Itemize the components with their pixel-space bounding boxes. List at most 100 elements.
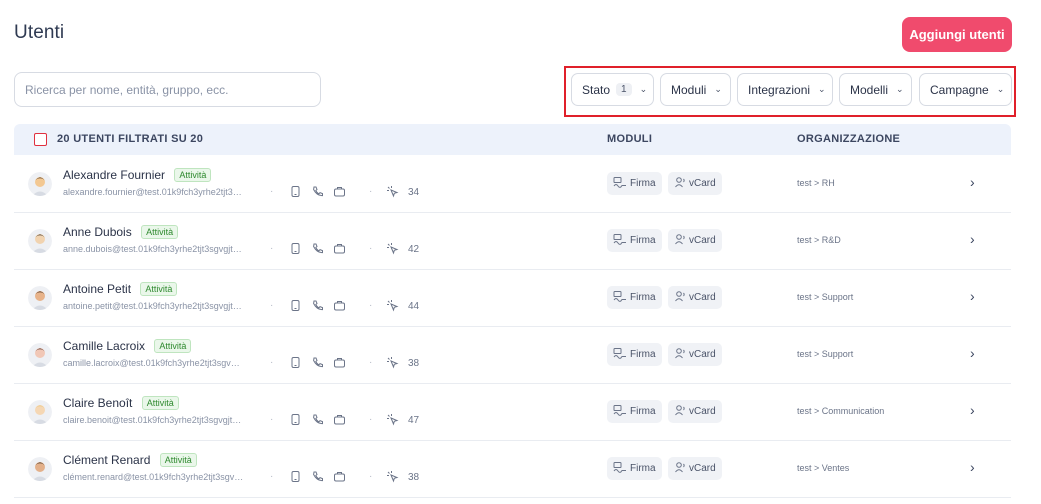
separator-dot: · — [270, 471, 274, 482]
chevron-right-icon[interactable]: › — [970, 402, 975, 418]
filter-campagne[interactable]: Campagne ⌄ — [919, 73, 1012, 106]
pointer-click-icon — [386, 299, 399, 312]
organization-path: test > Support — [797, 292, 854, 302]
vcard-icon — [674, 461, 686, 476]
chevron-right-icon[interactable]: › — [970, 288, 975, 304]
module-label: Firma — [630, 292, 656, 303]
status-badge: Attività — [141, 225, 179, 239]
device-icon — [289, 356, 302, 369]
separator-dot: · — [369, 357, 373, 368]
module-vcard-chip: vCard — [668, 457, 722, 480]
user-email: anne.dubois@test.01k9fch3yrhe2tjt3sgvgjt… — [63, 244, 242, 254]
vcard-icon — [674, 233, 686, 248]
table-row[interactable]: Alexandre Fournier Attività alexandre.fo… — [14, 156, 1011, 213]
chevron-down-icon: ⌄ — [818, 84, 826, 94]
pointer-click-icon — [386, 470, 399, 483]
filter-label: Campagne — [930, 82, 989, 97]
module-vcard-chip: vCard — [668, 286, 722, 309]
separator-dot: · — [369, 243, 373, 254]
phone-icon — [311, 242, 324, 255]
module-vcard-chip: vCard — [668, 343, 722, 366]
select-all-checkbox[interactable] — [34, 133, 47, 146]
signature-icon — [613, 404, 627, 419]
phone-icon — [311, 356, 324, 369]
separator-dot: · — [369, 186, 373, 197]
module-label: Firma — [630, 463, 656, 474]
search-input[interactable] — [14, 72, 321, 107]
column-modules: MODULI — [607, 133, 653, 145]
briefcase-icon — [333, 356, 346, 369]
user-name[interactable]: Claire Benoît Attività — [63, 396, 179, 410]
module-label: vCard — [689, 406, 716, 417]
separator-dot: · — [270, 300, 274, 311]
briefcase-icon — [333, 413, 346, 426]
user-name-text: Alexandre Fournier — [63, 168, 166, 182]
chevron-right-icon[interactable]: › — [970, 459, 975, 475]
user-name-text: Anne Dubois — [63, 225, 132, 239]
vcard-icon — [674, 347, 686, 362]
pointer-click-icon — [386, 242, 399, 255]
signature-icon — [613, 233, 627, 248]
user-name[interactable]: Antoine Petit Attività — [63, 282, 178, 296]
add-users-button[interactable]: Aggiungi utenti — [902, 17, 1012, 52]
user-name[interactable]: Clément Renard Attività — [63, 453, 197, 467]
table-row[interactable]: Anne Dubois Attività anne.dubois@test.01… — [14, 213, 1011, 270]
separator-dot: · — [270, 186, 274, 197]
chevron-right-icon[interactable]: › — [970, 231, 975, 247]
module-firma-chip: Firma — [607, 172, 662, 195]
user-name[interactable]: Alexandre Fournier Attività — [63, 168, 212, 182]
filter-count-badge: 1 — [616, 83, 632, 96]
table-row[interactable]: Claire Benoît Attività claire.benoit@tes… — [14, 384, 1011, 441]
user-name-text: Antoine Petit — [63, 282, 132, 296]
user-email: camille.lacroix@test.01k9fch3yrhe2tjt3sg… — [63, 358, 240, 368]
filter-modelli[interactable]: Modelli ⌄ — [839, 73, 912, 106]
table-row[interactable]: Camille Lacroix Attività camille.lacroix… — [14, 327, 1011, 384]
organization-path: test > R&D — [797, 235, 841, 245]
module-firma-chip: Firma — [607, 343, 662, 366]
filter-label: Integrazioni — [748, 82, 811, 97]
module-firma-chip: Firma — [607, 229, 662, 252]
column-organization: ORGANIZZAZIONE — [797, 133, 901, 145]
module-label: vCard — [689, 349, 716, 360]
user-name[interactable]: Camille Lacroix Attività — [63, 339, 192, 353]
module-label: Firma — [630, 406, 656, 417]
pointer-click-icon — [386, 356, 399, 369]
click-count: 44 — [408, 301, 420, 312]
user-email: claire.benoit@test.01k9fch3yrhe2tjt3sgvg… — [63, 415, 242, 425]
chevron-right-icon[interactable]: › — [970, 174, 975, 190]
phone-icon — [311, 299, 324, 312]
status-badge: Attività — [174, 168, 212, 182]
chevron-down-icon: ⌄ — [996, 84, 1005, 94]
filter-moduli[interactable]: Moduli ⌄ — [660, 73, 731, 106]
module-label: vCard — [689, 178, 716, 189]
avatar — [28, 172, 52, 196]
module-label: Firma — [630, 349, 656, 360]
device-icon — [289, 185, 302, 198]
table-row[interactable]: Clément Renard Attività clément.renard@t… — [14, 441, 1011, 498]
filter-label: Stato — [582, 82, 611, 97]
module-firma-chip: Firma — [607, 457, 662, 480]
filter-stato[interactable]: Stato 1 ⌄ — [571, 73, 654, 106]
module-firma-chip: Firma — [607, 286, 662, 309]
avatar — [28, 343, 52, 367]
device-icon — [289, 242, 302, 255]
status-badge: Attività — [141, 396, 179, 410]
module-firma-chip: Firma — [607, 400, 662, 423]
filter-integrazioni[interactable]: Integrazioni ⌄ — [737, 73, 833, 106]
click-count: 47 — [408, 415, 420, 426]
module-label: Firma — [630, 235, 656, 246]
module-label: vCard — [689, 292, 716, 303]
vcard-icon — [674, 176, 686, 191]
table-row[interactable]: Antoine Petit Attività antoine.petit@tes… — [14, 270, 1011, 327]
filter-label: Modelli — [850, 82, 889, 97]
user-name[interactable]: Anne Dubois Attività — [63, 225, 179, 239]
status-badge: Attività — [140, 282, 178, 296]
briefcase-icon — [333, 299, 346, 312]
table-header: 20 UTENTI FILTRATI SU 20 MODULI ORGANIZZ… — [14, 124, 1011, 155]
separator-dot: · — [369, 471, 373, 482]
click-count: 38 — [408, 358, 420, 369]
filter-label: Moduli — [671, 82, 707, 97]
chevron-right-icon[interactable]: › — [970, 345, 975, 361]
chevron-down-icon: ⌄ — [639, 84, 648, 94]
page-title: Utenti — [14, 22, 65, 43]
